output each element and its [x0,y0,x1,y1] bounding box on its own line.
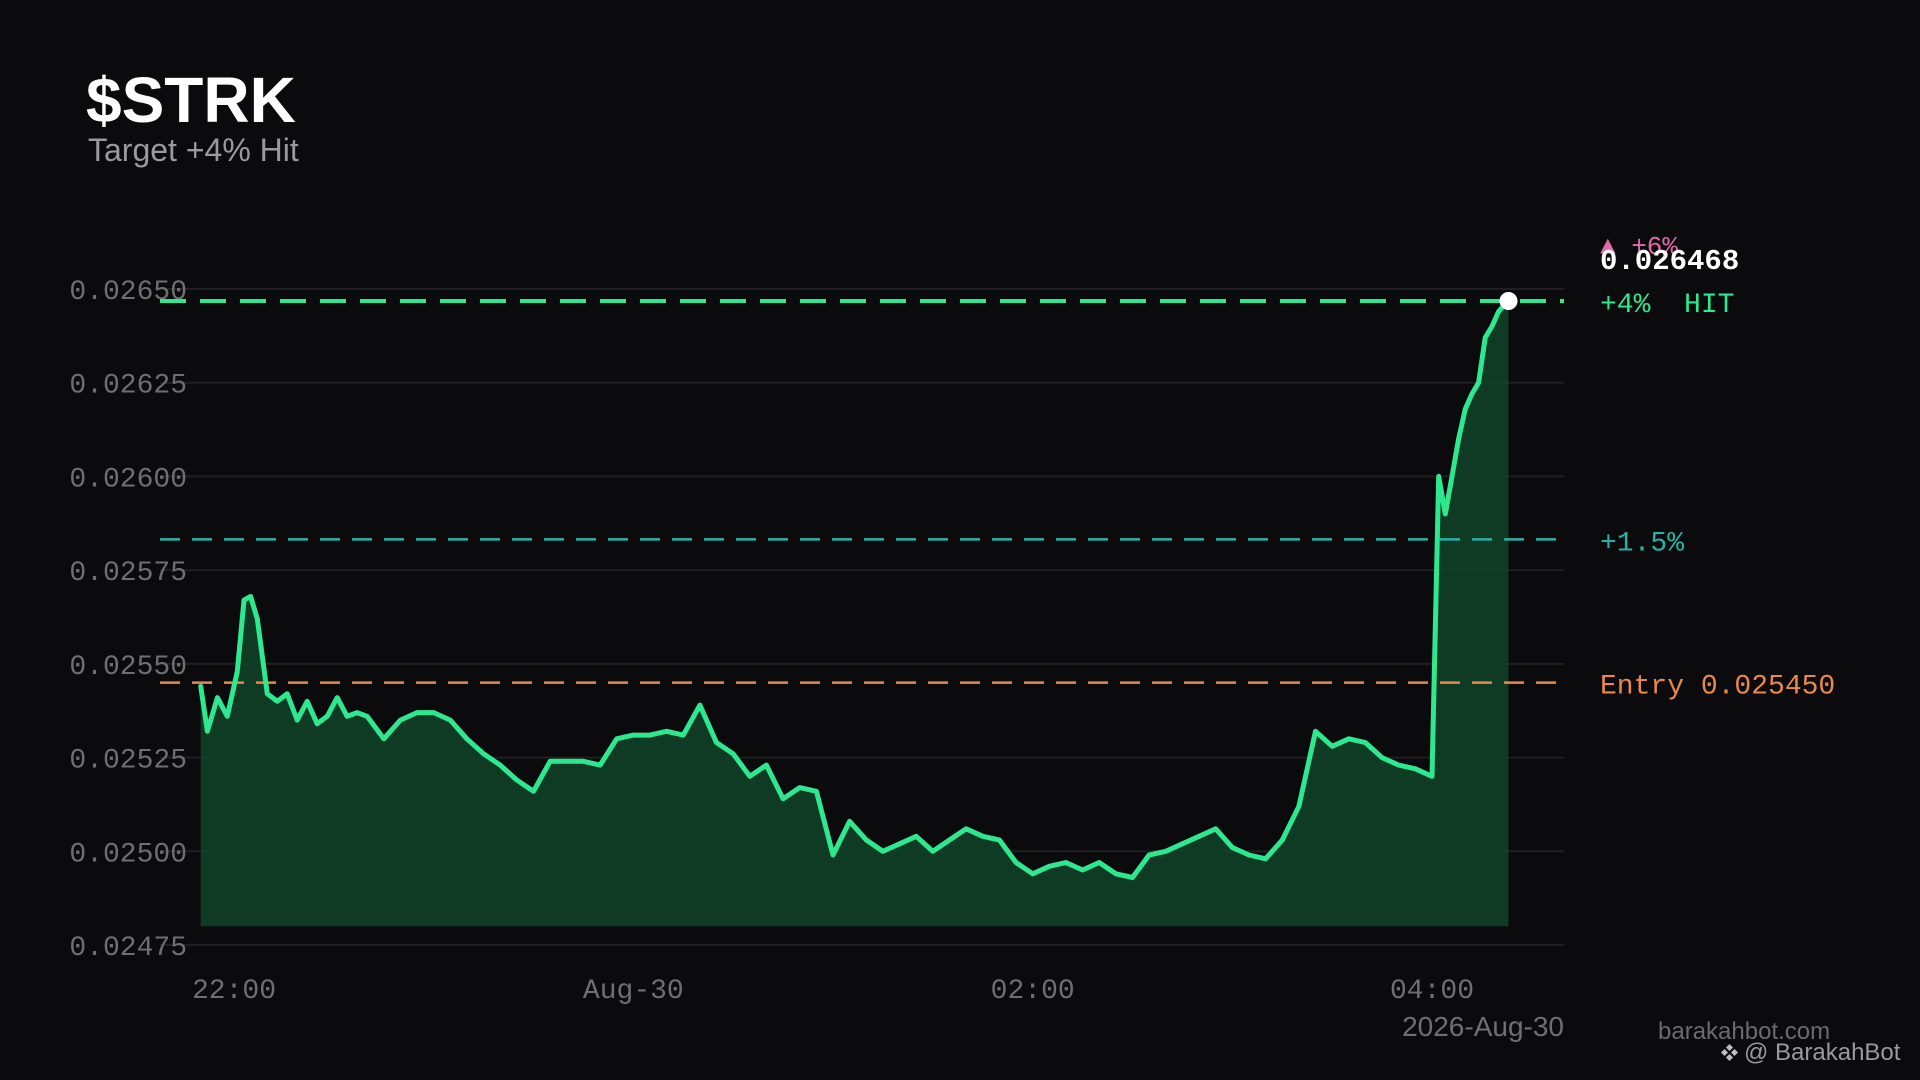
y-tick-label: 0.02525 [69,746,187,777]
x-tick-labels: 22:00 Aug-30 02:00 04:00 [192,976,1474,1007]
diamond-icon [1720,1043,1739,1062]
y-tick-label: 0.02575 [69,558,187,589]
y-tick-label: 0.02475 [69,933,187,964]
y-tick-label: 0.02500 [69,839,187,870]
price-chart: 0.02475 0.02500 0.02525 0.02550 0.02575 0.026… [69,232,1835,1042]
x-tick-label: 22:00 [192,976,276,1007]
current-price-label: 0.026468 [1600,245,1739,278]
watermark-handle-text: @ BarakahBot [1744,1039,1901,1066]
level-label: +1.5% [1600,528,1684,559]
price-area-fill [200,301,1509,927]
level-label: +4% HIT [1600,290,1734,321]
level-labels: +4% HIT+1.5%Entry 0.025450▲ +6%0.026468 [1600,232,1835,703]
y-tick-labels: 0.02475 0.02500 0.02525 0.02550 0.02575 0.026… [69,277,187,964]
level-label: Entry 0.025450 [1600,672,1835,703]
watermark-handle: @ BarakahBot [1720,1039,1901,1066]
level-lines [160,298,1564,684]
current-price-marker[interactable] [1499,292,1518,310]
y-tick-label: 0.02625 [69,371,187,402]
x-tick-label: 04:00 [1390,976,1474,1007]
x-tick-label: Aug-30 [583,976,684,1007]
y-tick-label: 0.02650 [69,277,187,308]
y-tick-label: 0.02600 [69,464,187,495]
date-label: 2026-Aug-30 [1402,1011,1564,1042]
y-tick-label: 0.02550 [69,652,187,683]
x-tick-label: 02:00 [991,976,1075,1007]
